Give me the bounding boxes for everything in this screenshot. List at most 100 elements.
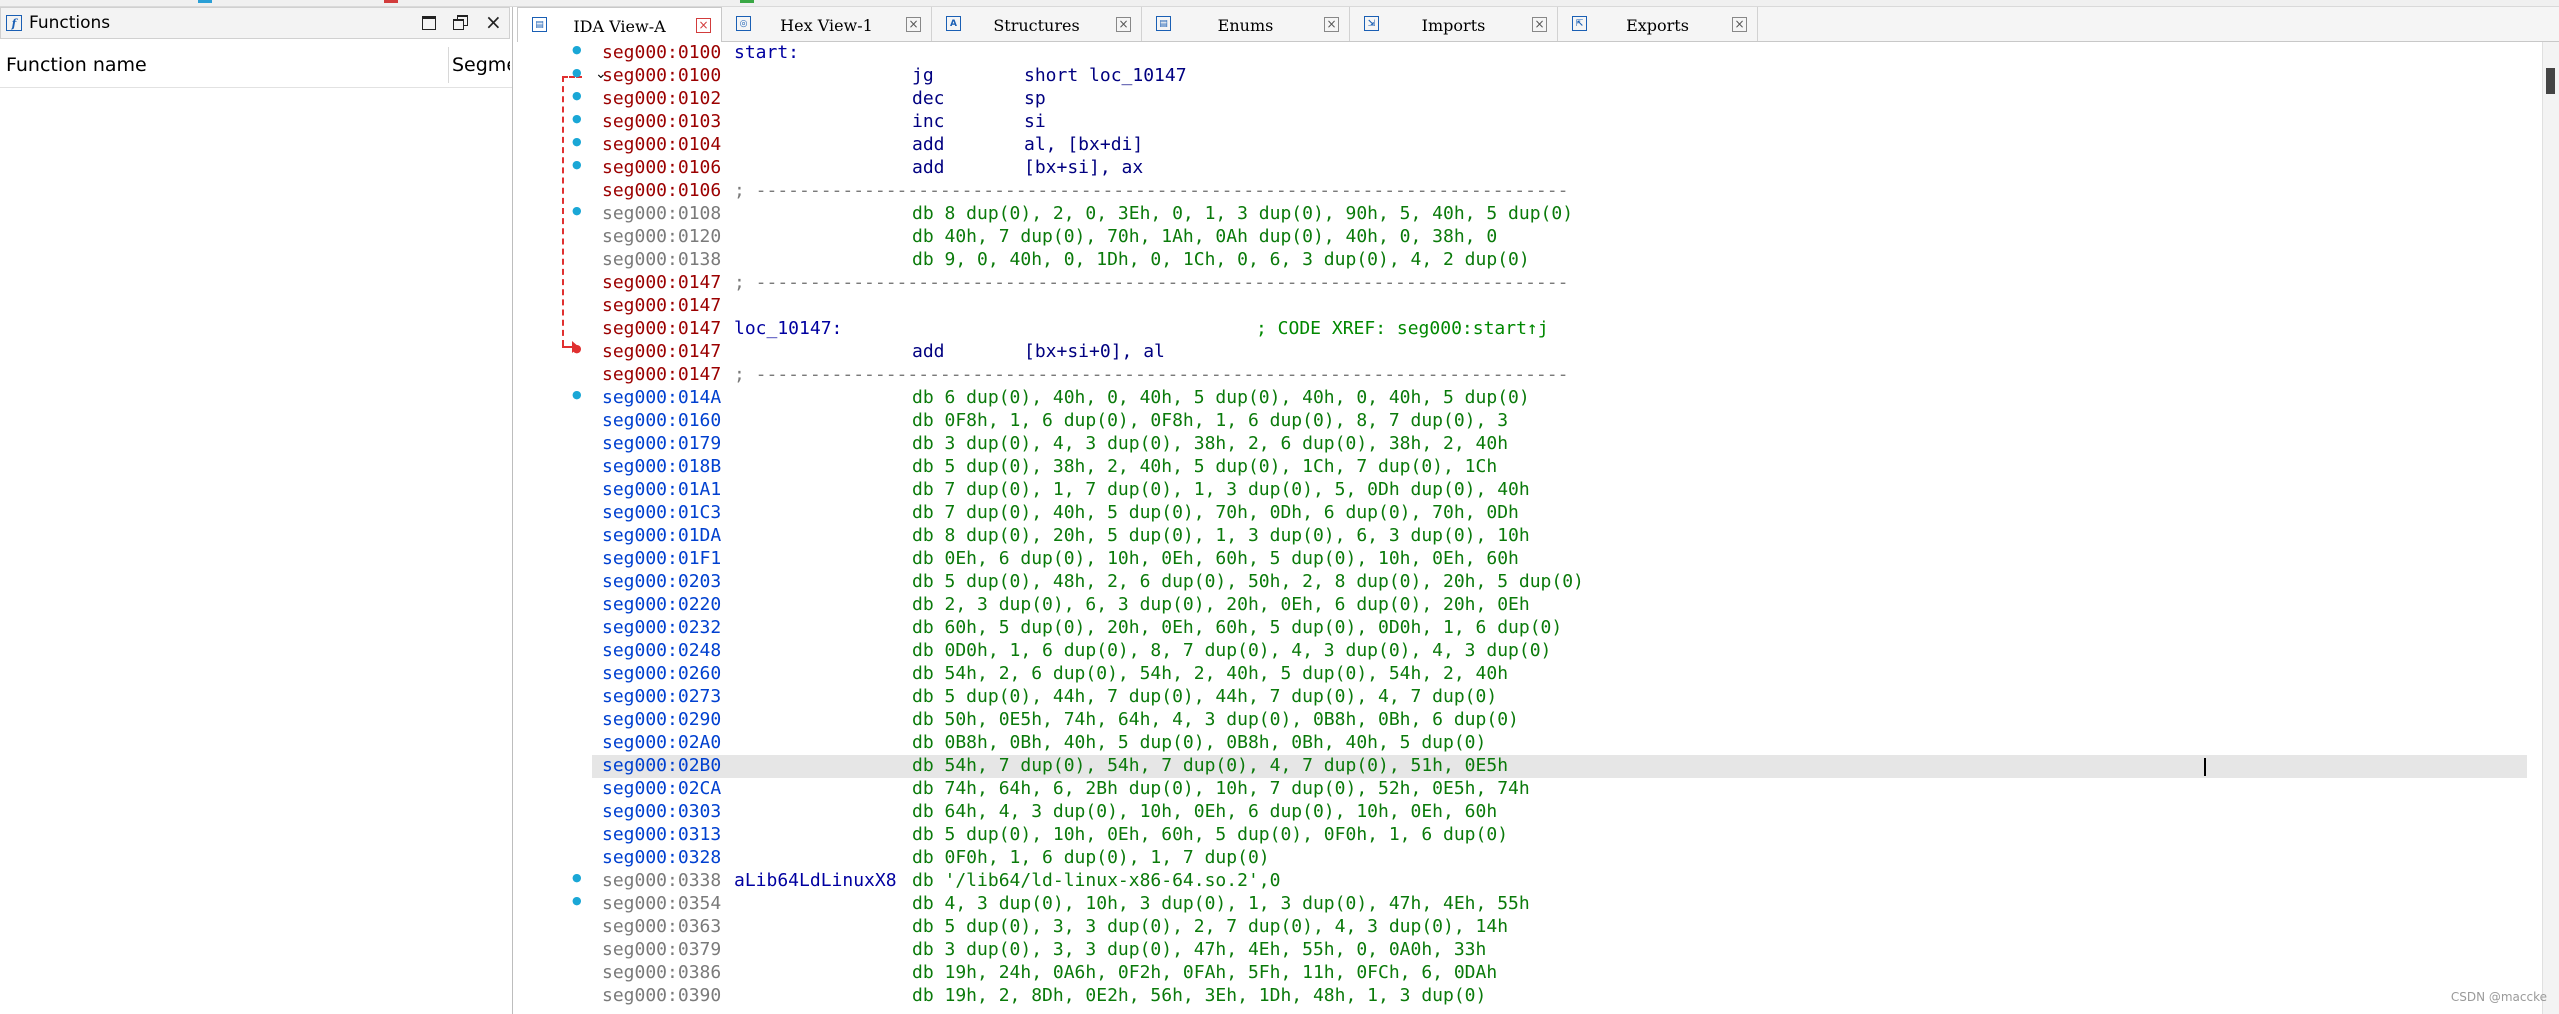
restore-icon[interactable] <box>453 14 469 30</box>
address: seg000:0106 <box>602 180 722 201</box>
line-marker-icon: ● <box>572 894 582 907</box>
address: seg000:0104 <box>602 134 722 155</box>
disassembly-line[interactable]: ● seg000:0108 db 8 dup(0), 2, 0, 3Eh, 0, 1… <box>572 203 2527 226</box>
disassembly-line[interactable]: ● seg000:0102 dec sp <box>572 88 2527 111</box>
address: seg000:02B0 <box>602 755 722 776</box>
disassembly-line[interactable]: seg000:0147 ; ---------------------------… <box>592 272 2527 295</box>
functions-panel-titlebar[interactable]: f Functions × <box>0 7 510 39</box>
column-divider[interactable] <box>448 47 449 83</box>
disassembly-line[interactable]: ● seg000:0338 aLib64LdLinuxX8 db '/lib64/ld… <box>572 870 2527 893</box>
line-marker-icon: ● <box>572 135 582 148</box>
disassembly-line[interactable]: seg000:0120 db 40h, 7 dup(0), 70h, 1Ah, 0… <box>592 226 2527 249</box>
tab-label: Enums <box>1217 16 1274 35</box>
disassembly-line[interactable]: ● seg000:0104 add al, [bx+di] <box>572 134 2527 157</box>
data-definition: db 5 dup(0), 44h, 7 dup(0), 44h, 7 dup(0… <box>912 686 1498 707</box>
close-tab-icon[interactable]: × <box>1116 17 1131 32</box>
disassembly-line[interactable]: seg000:0232 db 60h, 5 dup(0), 20h, 0Eh, 6… <box>592 617 2527 640</box>
close-tab-icon[interactable]: × <box>1324 17 1339 32</box>
data-definition: db 0D0h, 1, 6 dup(0), 8, 7 dup(0), 4, 3 … <box>912 640 1552 661</box>
disassembly-line[interactable]: seg000:0273 db 5 dup(0), 44h, 7 dup(0), 4… <box>592 686 2527 709</box>
address: seg000:0106 <box>602 157 722 178</box>
data-definition: db 0F0h, 1, 6 dup(0), 1, 7 dup(0) <box>912 847 1270 868</box>
disassembly-line[interactable]: seg000:0328 db 0F0h, 1, 6 dup(0), 1, 7 du… <box>592 847 2527 870</box>
close-tab-icon[interactable]: × <box>1732 17 1747 32</box>
scrollbar-thumb[interactable] <box>2546 68 2555 94</box>
disassembly-line[interactable]: seg000:018B db 5 dup(0), 38h, 2, 40h, 5 d… <box>592 456 2527 479</box>
vertical-scrollbar[interactable] <box>2542 42 2559 1014</box>
mnemonic: inc <box>912 111 945 132</box>
tab-label: Imports <box>1421 16 1486 35</box>
disassembly-line[interactable]: seg000:01A1 db 7 dup(0), 1, 7 dup(0), 1, … <box>592 479 2527 502</box>
code-label: loc_10147: <box>734 318 843 339</box>
disassembly-line[interactable]: seg000:0313 db 5 dup(0), 10h, 0Eh, 60h, 5… <box>592 824 2527 847</box>
data-definition: db 8 dup(0), 2, 0, 3Eh, 0, 1, 3 dup(0), … <box>912 203 1574 224</box>
disassembly-line[interactable]: seg000:0147 <box>592 295 2527 318</box>
disassembly-line[interactable]: seg000:0386 db 19h, 24h, 0A6h, 0F2h, 0FAh… <box>592 962 2527 985</box>
disassembly-line[interactable]: seg000:02B0 db 54h, 7 dup(0), 54h, 7 dup(… <box>592 755 2527 778</box>
line-marker-icon: ● <box>572 342 582 355</box>
disassembly-line[interactable]: ● seg000:0147 add [bx+si+0], al <box>572 341 2527 364</box>
tab-enums[interactable]: ▤ Enums × <box>1142 7 1350 41</box>
address: seg000:0147 <box>602 364 722 385</box>
operands: [bx+si+0], al <box>1024 341 1165 362</box>
disassembly-line[interactable]: seg000:0220 db 2, 3 dup(0), 6, 3 dup(0), … <box>592 594 2527 617</box>
disassembly-line[interactable]: seg000:01DA db 8 dup(0), 20h, 5 dup(0), 1… <box>592 525 2527 548</box>
address: seg000:0328 <box>602 847 722 868</box>
tab-hex-view-1[interactable]: ◎ Hex View-1 × <box>722 7 932 41</box>
address: seg000:0273 <box>602 686 722 707</box>
disassembly-line[interactable]: seg000:0160 db 0F8h, 1, 6 dup(0), 0F8h, 1… <box>592 410 2527 433</box>
disassembly-line[interactable]: seg000:0179 db 3 dup(0), 4, 3 dup(0), 38h… <box>592 433 2527 456</box>
address: seg000:02A0 <box>602 732 722 753</box>
address: seg000:0179 <box>602 433 722 454</box>
ida-view-a-listing[interactable]: ⌄ ● seg000:0100 start: ● seg000:0100 jg short … <box>517 42 2559 1014</box>
disassembly-line[interactable]: seg000:0390 db 19h, 2, 8Dh, 0E2h, 56h, 3E… <box>592 985 2527 1008</box>
close-tab-icon[interactable]: × <box>1532 17 1547 32</box>
disassembly-lines: ● seg000:0100 start: ● seg000:0100 jg short lo… <box>572 42 2527 1008</box>
data-definition: db 0B8h, 0Bh, 40h, 5 dup(0), 0B8h, 0Bh, … <box>912 732 1487 753</box>
data-definition: db 74h, 64h, 6, 2Bh dup(0), 10h, 7 dup(0… <box>912 778 1530 799</box>
tab-imports[interactable]: ⇲ Imports × <box>1350 7 1558 41</box>
line-marker-icon: ● <box>572 158 582 171</box>
disassembly-line[interactable]: seg000:0303 db 64h, 4, 3 dup(0), 10h, 0Eh… <box>592 801 2527 824</box>
disassembly-line[interactable]: seg000:0248 db 0D0h, 1, 6 dup(0), 8, 7 du… <box>592 640 2527 663</box>
disassembly-line[interactable]: seg000:0363 db 5 dup(0), 3, 3 dup(0), 2, … <box>592 916 2527 939</box>
address: seg000:0232 <box>602 617 722 638</box>
disassembly-line[interactable]: seg000:0379 db 3 dup(0), 3, 3 dup(0), 47h… <box>592 939 2527 962</box>
line-marker-icon: ● <box>572 66 582 79</box>
disassembly-line[interactable]: seg000:01C3 db 7 dup(0), 40h, 5 dup(0), 7… <box>592 502 2527 525</box>
disassembly-line[interactable]: ● seg000:0103 inc si <box>572 111 2527 134</box>
disassembly-line[interactable]: seg000:0147 loc_10147: ; CODE XREF: seg000… <box>592 318 2527 341</box>
toolbar-marker <box>384 0 398 3</box>
disassembly-line[interactable]: ● seg000:0354 db 4, 3 dup(0), 10h, 3 dup(0… <box>572 893 2527 916</box>
disassembly-line[interactable]: ● seg000:0100 jg short loc_10147 <box>572 65 2527 88</box>
disassembly-line[interactable]: seg000:0147 ; ---------------------------… <box>592 364 2527 387</box>
close-icon[interactable]: × <box>485 12 502 32</box>
disassembly-line[interactable]: ● seg000:0100 start: <box>572 42 2527 65</box>
disassembly-line[interactable]: seg000:01F1 db 0Eh, 6 dup(0), 10h, 0Eh, 6… <box>592 548 2527 571</box>
address: seg000:0147 <box>602 341 722 362</box>
disassembly-line[interactable]: ● seg000:014A db 6 dup(0), 40h, 0, 40h, 5 … <box>572 387 2527 410</box>
data-definition: db 0F8h, 1, 6 dup(0), 0F8h, 1, 6 dup(0),… <box>912 410 1509 431</box>
disassembly-line[interactable]: seg000:0138 db 9, 0, 40h, 0, 1Dh, 0, 1Ch,… <box>592 249 2527 272</box>
close-tab-icon[interactable]: × <box>906 17 921 32</box>
disassembly-line[interactable]: seg000:02A0 db 0B8h, 0Bh, 40h, 5 dup(0), … <box>592 732 2527 755</box>
disassembly-line[interactable]: seg000:0106 ; ---------------------------… <box>592 180 2527 203</box>
disassembly-line[interactable]: ● seg000:0106 add [bx+si], ax <box>572 157 2527 180</box>
address: seg000:01F1 <box>602 548 722 569</box>
maximize-icon[interactable] <box>421 14 437 30</box>
column-header-segment[interactable]: Segme <box>452 54 510 76</box>
data-definition: db 5 dup(0), 3, 3 dup(0), 2, 7 dup(0), 4… <box>912 916 1509 937</box>
address: seg000:0313 <box>602 824 722 845</box>
disassembly-line[interactable]: seg000:02CA db 74h, 64h, 6, 2Bh dup(0), 1… <box>592 778 2527 801</box>
tab-ida-view-a[interactable]: ▤ IDA View-A × <box>517 7 722 42</box>
data-definition: db '/lib64/ld-linux-x86-64.so.2',0 <box>912 870 1281 891</box>
address: seg000:0338 <box>602 870 722 891</box>
disassembly-line[interactable]: seg000:0203 db 5 dup(0), 48h, 2, 6 dup(0)… <box>592 571 2527 594</box>
tab-structures[interactable]: A Structures × <box>932 7 1142 41</box>
tab-exports[interactable]: ⇱ Exports × <box>1558 7 1758 41</box>
address: seg000:0160 <box>602 410 722 431</box>
disassembly-line[interactable]: seg000:0260 db 54h, 2, 6 dup(0), 54h, 2, … <box>592 663 2527 686</box>
column-header-function-name[interactable]: Function name <box>6 54 147 76</box>
disassembly-line[interactable]: seg000:0290 db 50h, 0E5h, 74h, 64h, 4, 3 … <box>592 709 2527 732</box>
close-tab-icon[interactable]: × <box>696 18 711 33</box>
